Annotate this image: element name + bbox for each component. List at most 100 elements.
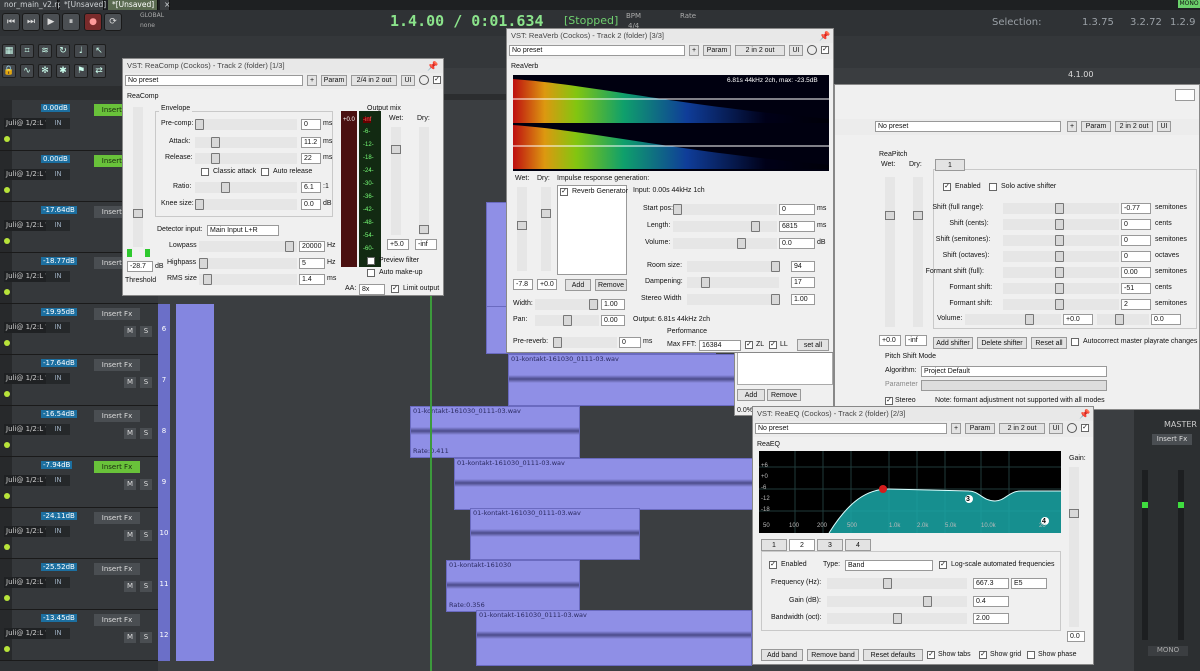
log-scale-check[interactable]: ✓ <box>939 561 947 569</box>
track-in-button[interactable]: IN <box>46 373 70 384</box>
eq-band-tab[interactable]: 4 <box>845 539 871 551</box>
track-solo-button[interactable]: S <box>140 479 152 490</box>
eq-band-tab[interactable]: 2 <box>789 539 815 551</box>
track-mute-button[interactable]: M <box>124 479 136 490</box>
reapitch-autocorrect-check[interactable] <box>1071 338 1079 346</box>
track-volume[interactable]: -18.77dB <box>41 257 77 265</box>
remove-band-button[interactable]: Remove band <box>807 649 859 661</box>
track-volume[interactable]: -25.52dB <box>41 563 77 571</box>
output-dry-slider[interactable] <box>419 127 429 235</box>
track-in-button[interactable]: IN <box>46 475 70 486</box>
reacomp-enable-check[interactable]: ✓ <box>433 76 441 84</box>
skip-back-icon[interactable]: ⏮ <box>2 13 20 31</box>
metronome-icon[interactable]: ♩ <box>74 44 88 58</box>
reverb-generator-label[interactable]: Reverb Generator <box>572 188 628 195</box>
dampening-slider[interactable] <box>687 277 779 288</box>
reapitch-reset-all[interactable]: Reset all <box>1031 337 1067 349</box>
highpass-slider[interactable] <box>199 258 297 269</box>
reapitch-param-button[interactable]: Param <box>1081 121 1111 132</box>
track-volume[interactable]: -24.11dB <box>41 512 77 520</box>
marker-icon[interactable]: ⚑ <box>74 64 88 78</box>
pitch-slider-thumb[interactable] <box>1055 299 1064 310</box>
reapitch-volume-value[interactable]: +0.0 <box>1063 314 1093 325</box>
reacomp-plus[interactable]: + <box>307 75 317 86</box>
pitch-row-value[interactable]: -0.77 <box>1121 203 1151 214</box>
attack-slider[interactable] <box>195 137 297 148</box>
reapitch-tab-1[interactable]: 1 <box>935 159 965 171</box>
auto-makeup-check[interactable] <box>367 269 375 277</box>
maxfft-select[interactable]: 16384 <box>699 340 741 351</box>
media-item[interactable]: 01-kontakt-161030_0111-03.wav <box>454 458 754 510</box>
reacomp-io-button[interactable]: 2/4 in 2 out <box>351 75 397 86</box>
track-mute-button[interactable]: M <box>124 428 136 439</box>
stereowidth-value[interactable]: 1.00 <box>791 294 815 305</box>
reaverb-wet-value[interactable]: -7.8 <box>513 279 533 290</box>
reacomp-preset[interactable]: No preset <box>125 75 303 86</box>
reapitch-plus[interactable]: + <box>1067 121 1077 132</box>
reapitch-pan-slider[interactable] <box>1097 314 1149 325</box>
output-dry-value[interactable]: -inf <box>415 239 437 250</box>
track-in-button[interactable]: IN <box>46 424 70 435</box>
rms-value[interactable]: 1.4 <box>299 274 325 285</box>
detector-select[interactable]: Main Input L+R <box>207 225 279 236</box>
reaverb-enable-check[interactable]: ✓ <box>821 46 829 54</box>
track-insert-fx-button[interactable]: Insert Fx <box>94 614 140 626</box>
reapitch-volume-slider[interactable] <box>965 314 1061 325</box>
ir-add-button[interactable]: Add <box>565 279 591 291</box>
startpos-slider[interactable] <box>673 204 777 215</box>
track-record-arm-icon[interactable] <box>4 646 10 652</box>
media-item[interactable]: 01-kontakt-161030 Rate:0.356 <box>446 560 580 612</box>
media-item[interactable]: 01-kontakt-161030_0111-03.wav <box>508 354 738 406</box>
volume-slider[interactable] <box>673 238 777 249</box>
show-tabs-check[interactable]: ✓ <box>927 651 935 659</box>
reaverb-bypass-knob[interactable] <box>807 45 817 55</box>
length-value[interactable]: 6815 <box>779 221 815 232</box>
eq-band-tab[interactable]: 3 <box>817 539 843 551</box>
limit-output-check[interactable]: ✓ <box>391 285 399 293</box>
reset-defaults-button[interactable]: Reset defaults <box>863 649 923 661</box>
pitch-row-slider[interactable] <box>1003 251 1119 262</box>
width-value[interactable]: 1.00 <box>601 299 625 310</box>
prereverb-value[interactable]: 0 <box>619 337 641 348</box>
pitch-row-value[interactable]: -51 <box>1121 283 1151 294</box>
track-volume[interactable]: -19.95dB <box>41 308 77 316</box>
track-record-arm-icon[interactable] <box>4 340 10 346</box>
play-button[interactable]: ▶ <box>42 13 60 31</box>
record-button[interactable]: ● <box>84 13 102 31</box>
reapitch-ui-button[interactable]: UI <box>1157 121 1171 132</box>
pin-icon[interactable]: 📌 <box>1079 409 1090 420</box>
threshold-value[interactable]: -28.7 <box>127 261 153 272</box>
reaverb-wet-slider[interactable] <box>517 187 527 271</box>
stereowidth-slider[interactable] <box>687 294 780 305</box>
global-mode[interactable]: none <box>140 22 155 29</box>
eq-band-tab[interactable]: 1 <box>761 539 787 551</box>
reapitch-wet-value[interactable]: +0.0 <box>879 335 901 346</box>
knee-slider[interactable] <box>195 199 297 210</box>
item-lock-icon[interactable]: ✱ <box>56 64 70 78</box>
precomp-slider[interactable] <box>195 119 297 130</box>
volume-value[interactable]: 0.0 <box>779 238 815 249</box>
track-in-button[interactable]: IN <box>46 526 70 537</box>
track-insert-fx-button[interactable]: Insert Fx <box>94 461 140 473</box>
reapitch-algorithm-select[interactable]: Project Default <box>921 366 1107 377</box>
add-band-button[interactable]: Add band <box>761 649 803 661</box>
pitch-row-slider[interactable] <box>1003 219 1119 230</box>
track-insert-fx-button[interactable]: Insert Fx <box>94 308 140 320</box>
eq-gain-slider[interactable] <box>1069 467 1079 627</box>
reapitch-wet-slider[interactable] <box>885 177 895 327</box>
reaverb-plus[interactable]: + <box>689 45 699 56</box>
release-value[interactable]: 22 <box>301 153 321 164</box>
track-solo-button[interactable]: S <box>140 377 152 388</box>
reapitch-parameter-select[interactable] <box>921 380 1107 391</box>
skip-forward-icon[interactable]: ⏭ <box>22 13 40 31</box>
track-volume[interactable]: -17.64dB <box>41 359 77 367</box>
reacomp-ui-button[interactable]: UI <box>401 75 415 86</box>
selection-start[interactable]: 1.3.75 <box>1082 17 1114 28</box>
reaverb-param-button[interactable]: Param <box>703 45 731 56</box>
set-all-button[interactable]: set all <box>797 339 829 351</box>
track-header[interactable]: -16.54dB Juli@ 1/2:L ▼ IN Insert Fx M S <box>0 406 158 457</box>
reapitch-pan-value[interactable]: 0.0 <box>1151 314 1181 325</box>
eq-bandwidth-slider[interactable] <box>827 613 967 624</box>
grid-icon[interactable]: ▦ <box>2 44 16 58</box>
eq-gain-db-value[interactable]: 0.4 <box>973 596 1009 607</box>
